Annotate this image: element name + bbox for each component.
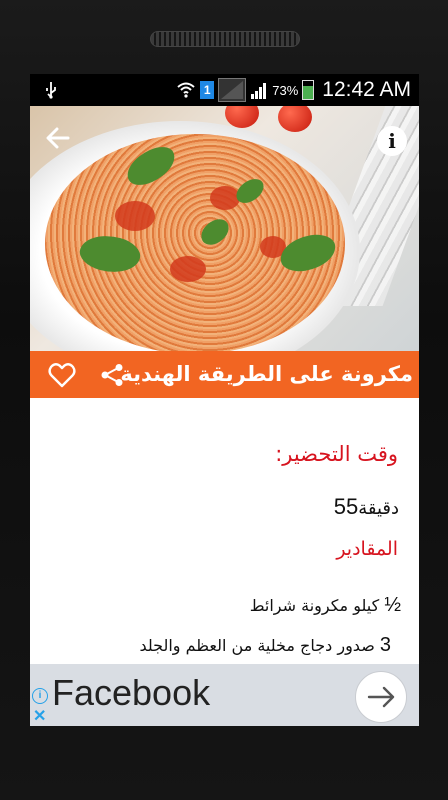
prep-time-number: 55 — [333, 494, 359, 519]
ingredient-text: كيلو مكرونة شرائط — [249, 596, 380, 615]
ad-info-icon[interactable]: i — [32, 688, 48, 704]
heart-icon[interactable] — [48, 362, 76, 388]
screen: 1 73% 12:42 AM i مكرونة على الطريقة الهن… — [30, 74, 419, 726]
sim-badge: 1 — [200, 81, 215, 99]
ad-banner[interactable]: i ✕ Facebook — [30, 664, 419, 726]
phone-frame: 1 73% 12:42 AM i مكرونة على الطريقة الهن… — [0, 0, 448, 800]
ingredients-label: المقادير — [336, 538, 398, 560]
ad-close-icon[interactable]: ✕ — [33, 706, 46, 726]
info-icon[interactable]: i — [377, 126, 407, 156]
status-bar: 1 73% 12:42 AM — [30, 74, 419, 106]
recipe-image: i — [30, 106, 419, 351]
signal-icon — [218, 78, 247, 102]
recipe-title-bar: مكرونة على الطريقة الهندية — [30, 351, 419, 398]
back-arrow-icon[interactable] — [42, 122, 74, 154]
wifi-icon — [177, 82, 195, 98]
ingredient-qty: ½ — [384, 594, 401, 616]
ad-text[interactable]: Facebook — [52, 672, 210, 714]
battery-charging-icon — [302, 80, 315, 100]
prep-time-label: وقت التحضير: — [275, 442, 398, 466]
speaker-grille — [150, 31, 300, 47]
ingredient-qty: 3 — [379, 634, 391, 656]
sauce-spot — [210, 186, 240, 210]
prep-time-value: دقيقة55 — [334, 494, 399, 520]
recipe-title: مكرونة على الطريقة الهندية — [120, 362, 413, 386]
ingredient-item: 3 صدور دجاج مخلية من العظم والجلد — [139, 634, 391, 657]
sauce-spot — [115, 201, 155, 231]
signal-bars-icon — [251, 83, 267, 99]
clock: 12:42 AM — [322, 78, 411, 101]
tomato-decoration — [225, 106, 259, 128]
prep-time-unit: دقيقة — [358, 498, 399, 519]
usb-icon — [46, 82, 56, 99]
recipe-details: وقت التحضير: دقيقة55 المقادير ½ كيلو مكر… — [30, 398, 419, 664]
tomato-decoration — [278, 106, 312, 132]
battery-percent: 73% — [272, 82, 299, 98]
sauce-spot — [170, 256, 206, 282]
arrow-right-icon[interactable] — [355, 671, 407, 723]
ingredient-text: صدور دجاج مخلية من العظم والجلد — [139, 636, 375, 655]
ingredient-item: ½ كيلو مكرونة شرائط — [250, 594, 401, 617]
status-icons: 1 73% 12:42 AM — [176, 74, 411, 106]
